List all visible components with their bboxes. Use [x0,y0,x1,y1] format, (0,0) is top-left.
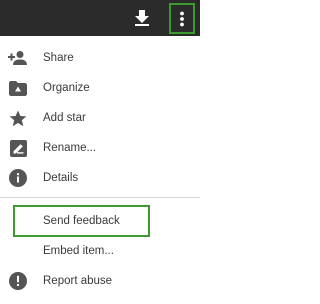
download-icon [135,10,149,26]
menu-item-share[interactable]: Share [0,43,200,73]
star-icon [8,108,28,128]
alert-icon [8,271,28,291]
info-icon [8,168,28,188]
menu-item-label: Share [43,52,74,64]
menu-item-label: Rename... [43,142,97,154]
add-person-icon [8,48,28,68]
menu-item-details[interactable]: Details [0,163,200,193]
more-options-button[interactable] [169,3,195,34]
menu-item-label: Embed item... [43,245,114,257]
top-toolbar [0,0,200,36]
menu-item-label: Details [43,172,79,184]
menu-item-report-abuse[interactable]: Report abuse [0,266,200,296]
menu-item-organize[interactable]: Organize [0,73,200,103]
menu-item-embed-item[interactable]: Embed item... [0,236,200,266]
menu-item-rename[interactable]: Rename... [0,133,200,163]
more-vert-icon [180,11,184,26]
menu-item-add-star[interactable]: Add star [0,103,200,133]
menu-item-label: Organize [43,82,90,94]
context-menu: Share Organize Add star Rename... Detail… [0,38,200,304]
menu-item-label: Report abuse [43,275,113,287]
download-button[interactable] [130,7,154,29]
embed-item-highlight [13,205,150,237]
menu-item-label: Add star [43,112,86,124]
drive-folder-icon [8,78,28,98]
menu-divider [0,197,200,198]
edit-icon [8,138,28,158]
